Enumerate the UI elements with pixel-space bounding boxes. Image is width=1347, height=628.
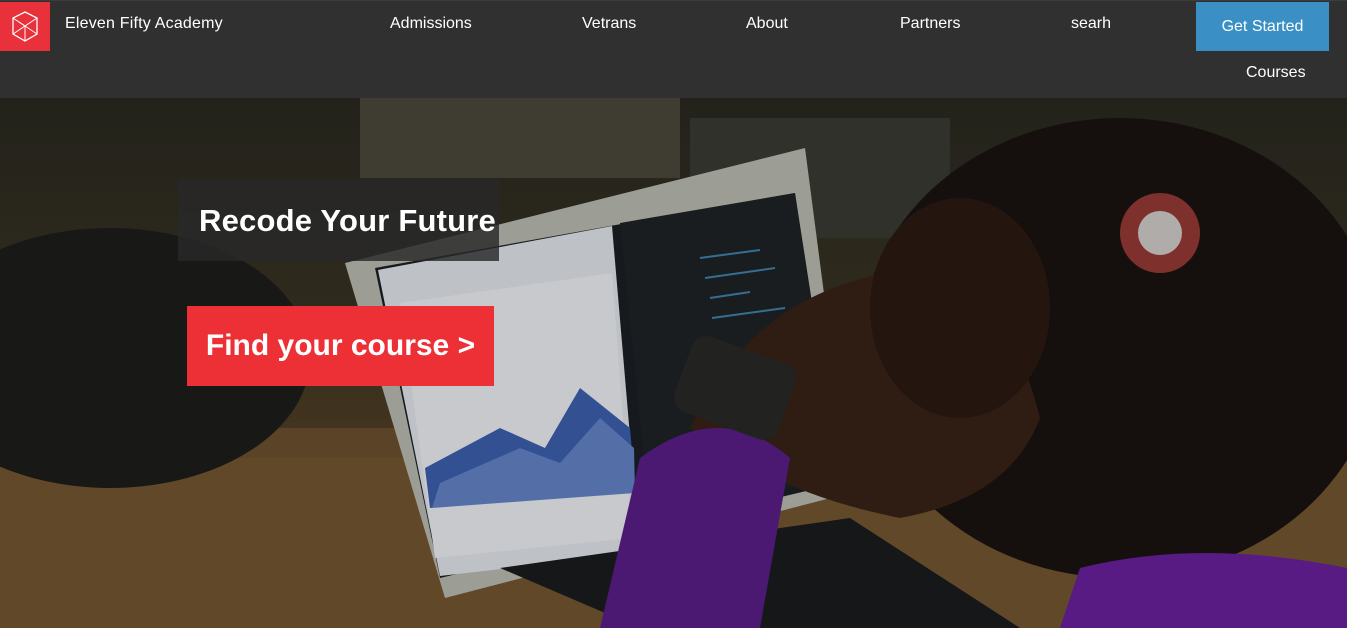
geometric-shield-icon bbox=[12, 10, 38, 42]
brand-name[interactable]: Eleven Fifty Academy bbox=[65, 15, 223, 33]
find-course-button[interactable]: Find your course > bbox=[187, 306, 494, 386]
get-started-button[interactable]: Get Started bbox=[1196, 2, 1329, 51]
hero-banner: Recode Your Future Find your course > bbox=[0, 98, 1347, 628]
nav-search[interactable]: searh bbox=[1071, 15, 1111, 33]
nav-vetrans[interactable]: Vetrans bbox=[582, 15, 636, 33]
brand-logo[interactable] bbox=[0, 2, 50, 51]
hero-headline: Recode Your Future bbox=[199, 202, 496, 238]
headline-box: Recode Your Future bbox=[178, 180, 499, 261]
nav-courses[interactable]: Courses bbox=[1246, 64, 1306, 82]
nav-partners[interactable]: Partners bbox=[900, 15, 960, 33]
nav-admissions[interactable]: Admissions bbox=[390, 15, 472, 33]
top-navbar: Eleven Fifty Academy Admissions Vetrans … bbox=[0, 0, 1347, 98]
nav-about[interactable]: About bbox=[746, 15, 788, 33]
